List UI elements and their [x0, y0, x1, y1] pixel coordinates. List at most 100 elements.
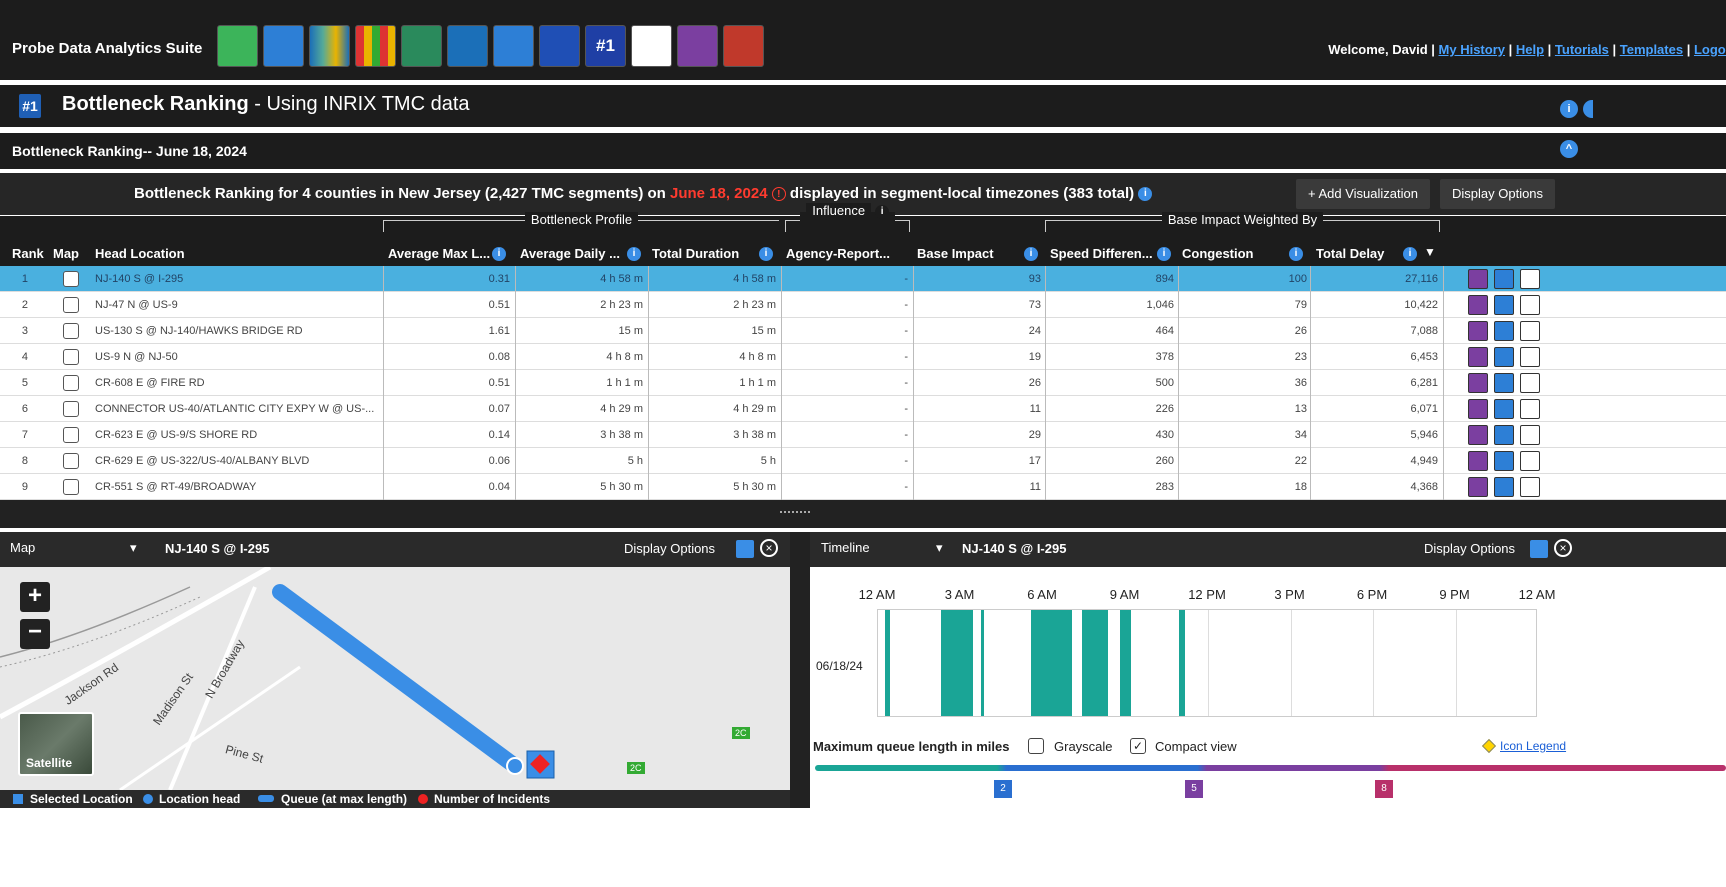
map-checkbox[interactable]	[63, 479, 79, 495]
row-report-icon[interactable]	[1468, 347, 1488, 367]
col-speed-differential[interactable]: Speed Differen...	[1050, 246, 1153, 261]
table-row[interactable]: 3 US-130 S @ NJ-140/HAWKS BRIDGE RD 1.61 15…	[0, 318, 1726, 344]
report-tool-icon[interactable]	[677, 25, 718, 67]
logout-link[interactable]: Logout	[1694, 42, 1726, 57]
queue-bar[interactable]	[1030, 610, 1072, 716]
congestion-info-icon[interactable]: i	[1289, 247, 1303, 261]
col-total-duration[interactable]: Total Duration	[652, 246, 739, 261]
row-report-icon[interactable]	[1468, 269, 1488, 289]
base-impact-info-icon[interactable]: i	[1024, 247, 1038, 261]
map-layers-tool-icon[interactable]	[309, 25, 350, 67]
map-checkbox[interactable]	[63, 427, 79, 443]
map-display-options-button[interactable]: Display Options	[612, 534, 728, 564]
add-visualization-button[interactable]: + Add Visualization	[1296, 179, 1430, 209]
vertical-splitter[interactable]	[790, 532, 810, 808]
total-delay-info-icon[interactable]: i	[1403, 247, 1417, 261]
display-options-button[interactable]: Display Options	[1440, 179, 1556, 209]
help-link[interactable]: Help	[1516, 42, 1544, 57]
row-report-icon[interactable]	[1468, 451, 1488, 471]
row-report-icon[interactable]	[1468, 295, 1488, 315]
row-chart-icon[interactable]	[1494, 425, 1514, 445]
queue-bar[interactable]	[884, 610, 891, 716]
col-rank[interactable]: Rank	[12, 246, 44, 261]
row-chart-icon[interactable]	[1494, 477, 1514, 497]
row-report-icon[interactable]	[1468, 321, 1488, 341]
map-checkbox[interactable]	[63, 297, 79, 313]
row-chart-icon[interactable]	[1494, 295, 1514, 315]
summary-date[interactable]: June 18, 2024	[670, 185, 768, 202]
animation-tool-icon[interactable]	[447, 25, 488, 67]
col-base-impact[interactable]: Base Impact	[917, 246, 994, 261]
map-checkbox[interactable]	[63, 375, 79, 391]
row-chart-icon[interactable]	[1494, 269, 1514, 289]
timeline-close-icon[interactable]: ×	[1554, 539, 1572, 557]
queue-bar[interactable]	[1081, 610, 1108, 716]
compact-view-checkbox[interactable]: ✓	[1130, 738, 1146, 754]
collapse-icon[interactable]: ^	[1560, 140, 1578, 158]
queue-bar[interactable]	[941, 610, 973, 716]
row-report-icon[interactable]	[1468, 399, 1488, 419]
row-chart-icon[interactable]	[1494, 373, 1514, 393]
row-chart-icon[interactable]	[1494, 451, 1514, 471]
table-row[interactable]: 6 CONNECTOR US-40/ATLANTIC CITY EXPY W @ …	[0, 396, 1726, 422]
magnifier-tool-icon[interactable]	[217, 25, 258, 67]
table-row[interactable]: 7 CR-623 E @ US-9/S SHORE RD 0.14 3 h 38 m 3…	[0, 422, 1726, 448]
col-agency-reported[interactable]: Agency-Report...	[786, 246, 890, 261]
notes-icon[interactable]: i	[1560, 100, 1578, 118]
my-history-link[interactable]: My History	[1439, 42, 1505, 57]
row-report-icon[interactable]	[1468, 373, 1488, 393]
templates-link[interactable]: Templates	[1620, 42, 1683, 57]
row-cost-icon[interactable]	[1520, 425, 1540, 445]
map-checkbox[interactable]	[63, 349, 79, 365]
map-type-select[interactable]: Map ▾	[10, 540, 150, 560]
row-cost-icon[interactable]	[1520, 347, 1540, 367]
bottleneck-ranking-tool-icon[interactable]: #1	[585, 25, 626, 67]
splitter-bar[interactable]	[0, 500, 1726, 528]
table-row[interactable]: 5 CR-608 E @ FIRE RD 0.51 1 h 1 m 1 h 1 m - 26…	[0, 370, 1726, 396]
table-row[interactable]: 9 CR-551 S @ RT-49/BROADWAY 0.04 5 h 30 m 5 …	[0, 474, 1726, 500]
row-chart-icon[interactable]	[1494, 321, 1514, 341]
map-view[interactable]: + − Satellite Jackson Rd Madison St N Br…	[0, 567, 790, 790]
satellite-toggle[interactable]: Satellite	[18, 712, 94, 776]
table-row[interactable]: 2 NJ-47 N @ US-9 0.51 2 h 23 m 2 h 23 m - 73 1,…	[0, 292, 1726, 318]
row-cost-icon[interactable]	[1520, 321, 1540, 341]
table-row[interactable]: 4 US-9 N @ NJ-50 0.08 4 h 8 m 4 h 8 m - 19 378 2…	[0, 344, 1726, 370]
trend-chart-tool-icon[interactable]	[493, 25, 534, 67]
splitter-grip-icon[interactable]	[780, 511, 810, 515]
table-row[interactable]: 1 NJ-140 S @ I-295 0.31 4 h 58 m 4 h 58 m - 93…	[0, 266, 1726, 292]
row-cost-icon[interactable]	[1520, 295, 1540, 315]
row-report-icon[interactable]	[1468, 425, 1488, 445]
queue-bar[interactable]	[1120, 610, 1131, 716]
timeline-display-options-button[interactable]: Display Options	[1412, 534, 1528, 564]
row-chart-icon[interactable]	[1494, 347, 1514, 367]
heatmap-tool-icon[interactable]	[355, 25, 396, 67]
sort-desc-icon[interactable]: ▼	[1424, 245, 1436, 259]
influence-info-icon[interactable]: i	[874, 204, 889, 219]
queue-bar[interactable]	[981, 610, 984, 716]
info-icon[interactable]: i	[1138, 187, 1153, 202]
map-checkbox[interactable]	[63, 323, 79, 339]
row-cost-icon[interactable]	[1520, 399, 1540, 419]
table-row[interactable]: 8 CR-629 E @ US-322/US-40/ALBANY BLVD 0.06…	[0, 448, 1726, 474]
zoom-out-button[interactable]: −	[20, 619, 50, 649]
avg-daily-info-icon[interactable]: i	[627, 247, 641, 261]
map-save-icon[interactable]	[736, 540, 754, 558]
map-close-icon[interactable]: ×	[760, 539, 778, 557]
grayscale-checkbox[interactable]	[1028, 738, 1044, 754]
avg-max-info-icon[interactable]: i	[492, 247, 506, 261]
total-duration-info-icon[interactable]: i	[759, 247, 773, 261]
col-average-max-length[interactable]: Average Max L...	[388, 246, 490, 261]
row-cost-icon[interactable]	[1520, 451, 1540, 471]
row-cost-icon[interactable]	[1520, 373, 1540, 393]
col-total-delay[interactable]: Total Delay	[1316, 246, 1384, 261]
map-checkbox[interactable]	[63, 271, 79, 287]
col-average-daily-duration[interactable]: Average Daily ...	[520, 246, 620, 261]
icon-legend-link[interactable]: Icon Legend	[1500, 739, 1566, 753]
list-tool-icon[interactable]	[539, 25, 580, 67]
row-report-icon[interactable]	[1468, 477, 1488, 497]
corridor-tool-icon[interactable]	[401, 25, 442, 67]
col-congestion[interactable]: Congestion	[1182, 246, 1254, 261]
tutorials-link[interactable]: Tutorials	[1555, 42, 1609, 57]
timeline-save-icon[interactable]	[1530, 540, 1548, 558]
queue-bar[interactable]	[1179, 610, 1185, 716]
